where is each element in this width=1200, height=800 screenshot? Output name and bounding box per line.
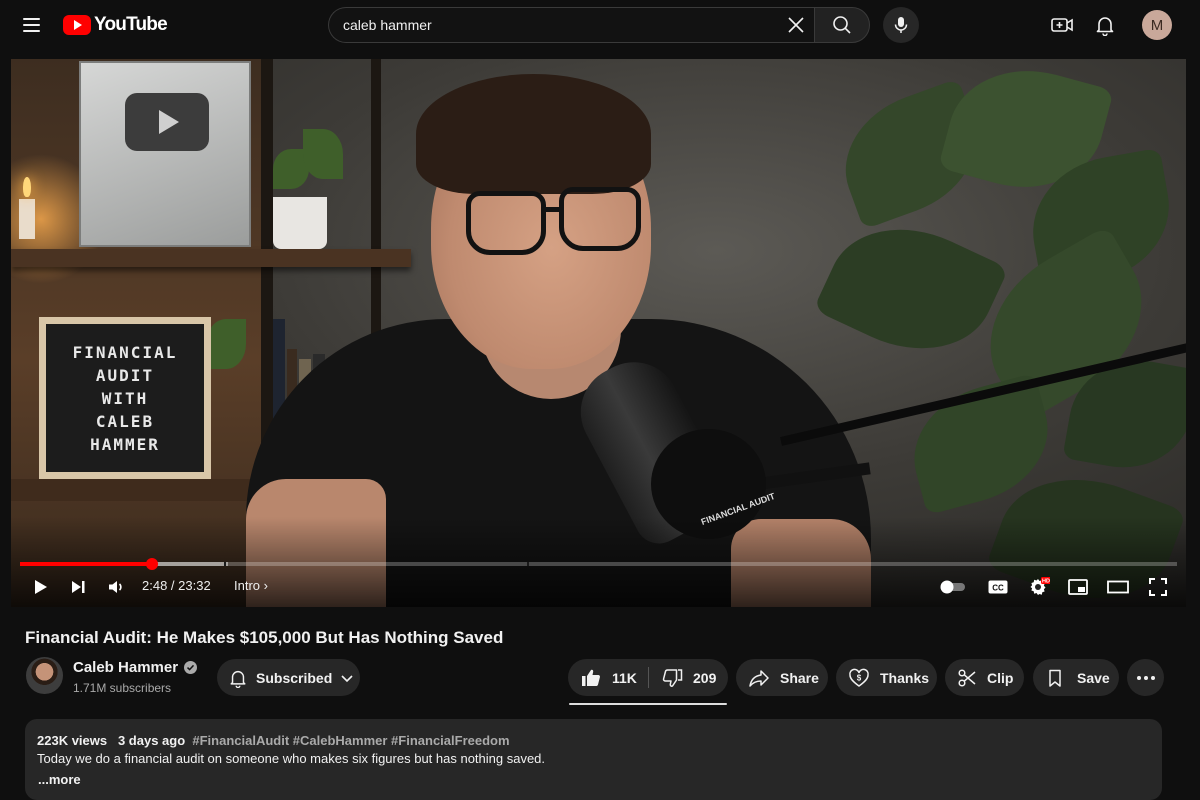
settings-button[interactable]: HD <box>1025 574 1051 600</box>
time-display: 2:48 / 23:32 <box>142 578 211 593</box>
thanks-label: Thanks <box>880 669 930 686</box>
gear-icon: HD <box>1030 577 1050 595</box>
subscribed-button[interactable]: Subscribed <box>217 659 360 696</box>
play-icon <box>35 580 47 594</box>
description-meta: 223K views 3 days ago #FinancialAudit #C… <box>37 733 510 748</box>
scrubber-handle[interactable] <box>145 558 158 570</box>
thumbs-up-icon <box>582 669 600 686</box>
volume-icon <box>109 581 122 593</box>
fullscreen-icon <box>1149 578 1167 596</box>
clip-button[interactable]: Clip <box>945 659 1024 696</box>
theater-mode-button[interactable] <box>1104 574 1132 600</box>
like-button[interactable]: 11K <box>568 659 648 696</box>
youtube-logo[interactable]: YouTube <box>63 13 168 37</box>
hamburger-menu-icon[interactable] <box>14 9 48 41</box>
search-icon <box>833 16 851 34</box>
microphone-icon <box>894 17 908 33</box>
search-button[interactable] <box>814 7 870 43</box>
share-icon <box>749 669 769 687</box>
autoplay-toggle[interactable] <box>937 574 969 600</box>
clip-label: Clip <box>987 669 1014 686</box>
chapter-marker <box>223 562 226 566</box>
description-box[interactable]: 223K views 3 days ago #FinancialAudit #C… <box>25 719 1162 800</box>
chapter-button[interactable]: Intro › <box>234 578 268 593</box>
notifications-button[interactable] <box>1088 9 1122 41</box>
letter-board: FINANCIAL AUDIT WITH CALEB HAMMER <box>39 317 211 479</box>
miniplayer-icon <box>1068 579 1088 595</box>
video-player[interactable]: FINANCIAL AUDIT WITH CALEB HAMMER FINANC… <box>11 59 1186 607</box>
like-ratio-bar <box>569 703 727 705</box>
channel-name: Caleb Hammer <box>73 659 179 676</box>
create-button[interactable] <box>1045 9 1079 41</box>
next-button[interactable] <box>65 574 91 600</box>
miniplayer-button[interactable] <box>1065 574 1091 600</box>
mute-button[interactable] <box>103 574 129 600</box>
upload-age: 3 days ago <box>117 733 186 748</box>
dislike-count: 209 <box>693 669 717 686</box>
scissors-icon <box>958 668 976 687</box>
chevron-right-icon: › <box>263 578 268 593</box>
account-avatar[interactable]: M <box>1142 10 1172 40</box>
board-line: CALEB <box>95 411 155 431</box>
voice-search-button[interactable] <box>883 7 919 43</box>
subtitles-button[interactable]: CC <box>985 574 1011 600</box>
create-video-icon <box>1051 18 1073 32</box>
search-input[interactable] <box>343 8 763 42</box>
description-text: Today we do a financial audit on someone… <box>37 751 546 766</box>
theater-mode-icon <box>1107 580 1129 594</box>
silver-play-button-plaque <box>79 61 251 247</box>
share-button[interactable]: Share <box>736 659 828 696</box>
youtube-play-icon <box>63 15 91 35</box>
thumbs-down-icon <box>662 668 683 687</box>
board-line: AUDIT <box>95 365 155 385</box>
save-label: Save <box>1077 669 1110 686</box>
save-button[interactable]: Save <box>1033 659 1119 696</box>
more-actions-icon[interactable] <box>1127 659 1164 696</box>
closed-captions-icon: CC <box>988 580 1008 594</box>
chapter-label: Intro <box>234 578 261 593</box>
video-title: Financial Audit: He Makes $105,000 But H… <box>25 628 504 647</box>
board-line: FINANCIAL <box>72 342 178 362</box>
channel-avatar[interactable] <box>26 657 63 694</box>
bell-icon <box>230 670 246 688</box>
board-line: HAMMER <box>90 434 160 454</box>
progress-bar[interactable] <box>20 558 1177 570</box>
subscriber-count: 1.71M subscribers <box>73 681 172 695</box>
cc-text: CC <box>992 584 1004 593</box>
fullscreen-button[interactable] <box>1145 574 1171 600</box>
quality-badge: HD <box>1042 579 1050 585</box>
masthead: YouTube M <box>0 0 1200 50</box>
like-dislike-group: 11K 209 <box>568 659 728 696</box>
skip-next-icon <box>72 581 85 593</box>
board-line: WITH <box>101 388 149 408</box>
dislike-button[interactable]: 209 <box>649 659 728 696</box>
logo-text: YouTube <box>94 14 168 35</box>
show-more-button[interactable]: ...more <box>38 772 81 787</box>
bell-icon <box>1096 17 1114 36</box>
play-button[interactable] <box>27 574 53 600</box>
view-count: 223K views <box>37 733 108 748</box>
svg-text:$: $ <box>857 673 862 682</box>
heart-dollar-icon: $ <box>849 668 869 687</box>
search-box <box>328 7 814 43</box>
hashtags[interactable]: #FinancialAudit #CalebHammer #FinancialF… <box>192 733 509 748</box>
chevron-down-icon <box>341 674 353 682</box>
verified-check-icon <box>184 661 198 674</box>
subscribed-label: Subscribed <box>256 669 333 686</box>
thanks-button[interactable]: $ Thanks <box>836 659 937 696</box>
share-label: Share <box>780 669 819 686</box>
like-count: 11K <box>612 669 637 686</box>
chapter-marker <box>526 562 529 566</box>
autoplay-toggle-icon <box>940 580 965 594</box>
bookmark-icon <box>1049 669 1061 687</box>
channel-name-link[interactable]: Caleb Hammer <box>73 659 198 676</box>
clear-search-icon[interactable] <box>782 11 810 39</box>
progress-played <box>20 562 152 566</box>
